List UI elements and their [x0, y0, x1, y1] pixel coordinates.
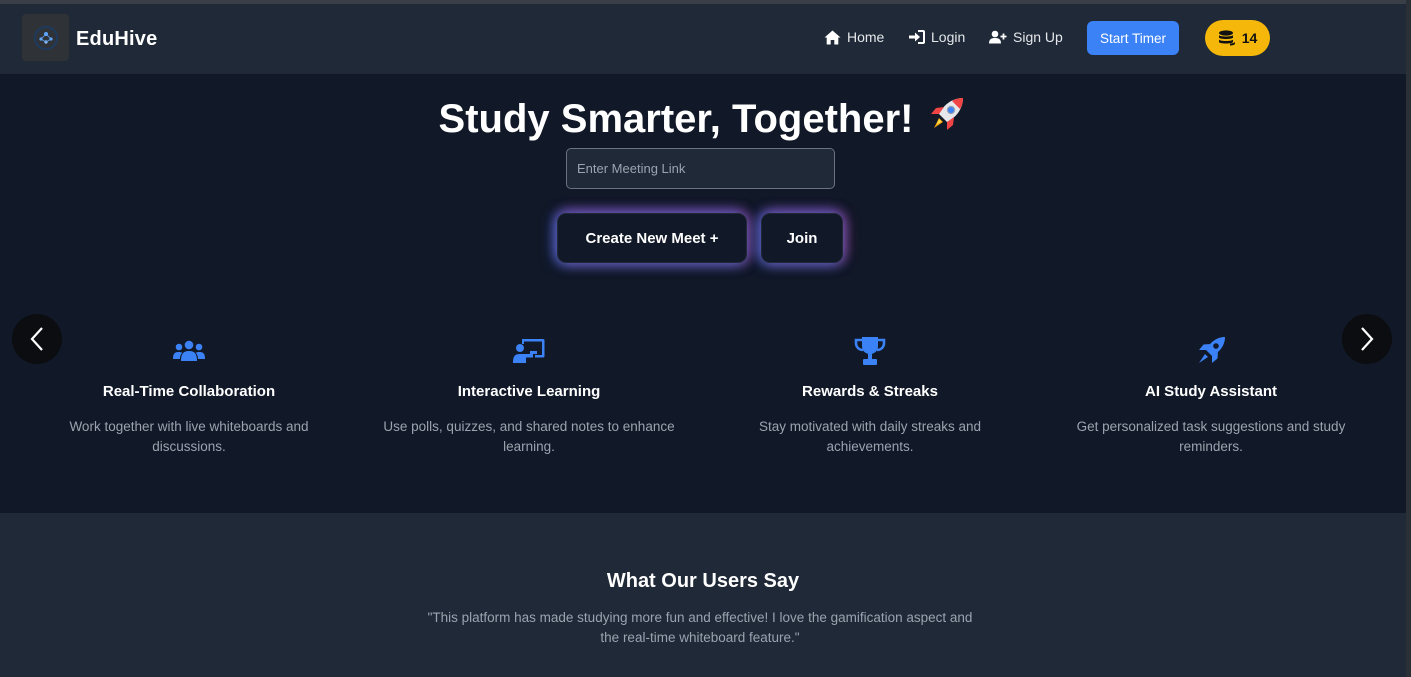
nav-home-label: Home [847, 29, 885, 45]
scrollbar[interactable] [1406, 0, 1411, 677]
feature-title: Rewards & Streaks [802, 383, 938, 400]
brand-name[interactable]: EduHive [76, 28, 157, 51]
coin-count: 14 [1241, 30, 1258, 46]
join-button[interactable]: Join [761, 213, 843, 263]
user-plus-icon [989, 30, 1007, 44]
feature-card: Rewards & Streaks Stay motivated with da… [715, 335, 1025, 457]
testimonial-quote: "This platform has made studying more fu… [427, 610, 973, 645]
feature-description: Use polls, quizzes, and shared notes to … [383, 419, 675, 454]
chalkboard-teacher-icon [374, 335, 684, 367]
rocket-emoji-icon [925, 94, 967, 146]
logo-icon [33, 25, 58, 50]
sign-in-icon [909, 30, 925, 44]
trophy-icon [715, 335, 1025, 367]
home-icon [824, 30, 841, 44]
rocket-icon [1056, 335, 1366, 367]
nav-home[interactable]: Home [824, 29, 884, 45]
coin-balance-badge[interactable]: 14 [1205, 20, 1270, 56]
feature-card: Interactive Learning Use polls, quizzes,… [374, 335, 684, 457]
hero-title: Study Smarter, Together! [0, 94, 1406, 146]
testimonials-section: What Our Users Say "This platform has ma… [0, 513, 1406, 677]
nav-signup[interactable]: Sign Up [989, 29, 1063, 45]
logo[interactable] [22, 14, 69, 61]
feature-card: AI Study Assistant Get personalized task… [1056, 335, 1366, 457]
meeting-link-input[interactable] [566, 148, 835, 189]
nav-login[interactable]: Login [909, 29, 965, 45]
feature-description: Get personalized task suggestions and st… [1076, 419, 1346, 454]
navbar: EduHive Home Login Sign Up Start Timer 1… [0, 4, 1406, 74]
create-new-meet-button[interactable]: Create New Meet + [557, 213, 747, 263]
feature-title: Interactive Learning [457, 383, 601, 400]
feature-description: Work together with live whiteboards and … [69, 419, 309, 454]
coins-icon [1218, 30, 1235, 46]
start-timer-button[interactable]: Start Timer [1087, 21, 1179, 55]
nav-login-label: Login [931, 29, 966, 45]
feature-card: Real-Time Collaboration Work together wi… [34, 335, 344, 457]
users-icon [34, 335, 344, 367]
testimonials-title: What Our Users Say [606, 570, 800, 592]
feature-title: Real-Time Collaboration [102, 383, 276, 400]
hero-title-text: Study Smarter, Together! [438, 97, 914, 141]
feature-description: Stay motivated with daily streaks and ac… [758, 419, 982, 454]
nav-signup-label: Sign Up [1013, 29, 1063, 45]
feature-title: AI Study Assistant [1145, 383, 1277, 400]
